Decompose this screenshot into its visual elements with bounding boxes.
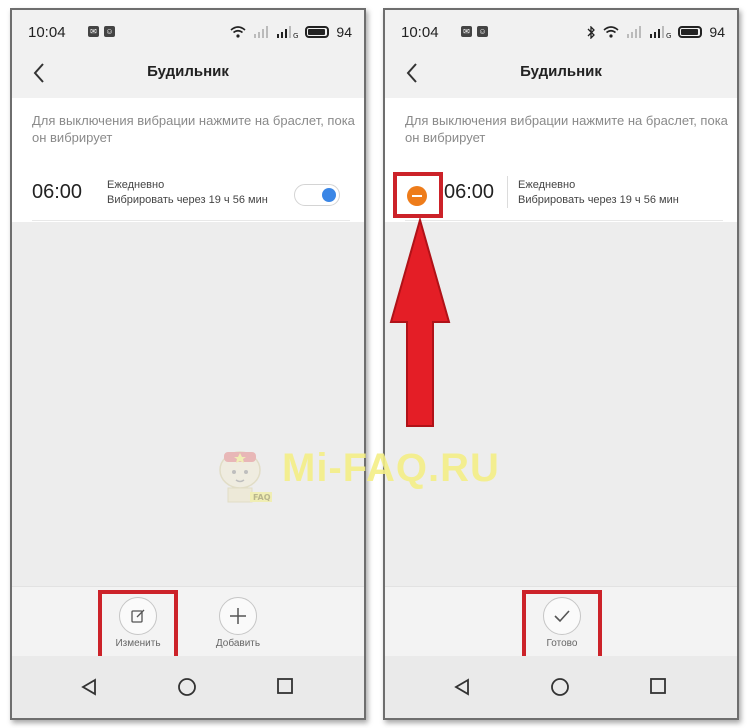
battery-icon <box>305 26 330 38</box>
svg-text:G: G <box>293 32 298 38</box>
alarm-repeat: Ежедневно <box>518 179 576 191</box>
system-nav-bar <box>12 656 364 718</box>
status-bar: 10:04 ✉ ☺ G 94 <box>12 10 364 48</box>
triangle-back-icon[interactable] <box>80 678 98 696</box>
battery-level: 94 <box>709 24 725 40</box>
triangle-back-icon[interactable] <box>453 678 471 696</box>
alarm-time[interactable]: 06:00 <box>32 181 82 204</box>
square-recent-icon[interactable] <box>649 678 667 696</box>
notification-icons: ✉ ☺ <box>88 26 115 37</box>
circle-home-icon[interactable] <box>177 678 197 698</box>
signal-icon-1 <box>254 26 269 38</box>
watermark-text: Mi-FAQ.RU <box>282 446 500 490</box>
page-title: Будильник <box>520 63 602 80</box>
alarm-details[interactable]: Ежедневно Вибрировать через 19 ч 56 мин <box>518 178 679 208</box>
add-circle[interactable] <box>219 597 257 635</box>
wifi-icon <box>603 26 619 38</box>
signal-icon-1 <box>627 26 642 38</box>
title-bar: Будильник <box>12 48 364 98</box>
square-recent-icon[interactable] <box>276 678 294 696</box>
mail-icon: ✉ <box>88 26 99 37</box>
phone-screen-right: 10:04 ✉ ☺ G 94 Будильник Для выключения … <box>383 8 739 720</box>
battery-icon <box>678 26 703 38</box>
alarm-countdown: Вибрировать через 19 ч 56 мин <box>107 194 268 206</box>
alarm-details[interactable]: Ежедневно Вибрировать через 19 ч 56 мин <box>107 178 268 208</box>
notification-icons: ✉ ☺ <box>461 26 488 37</box>
signal-icon-2: G <box>277 26 298 38</box>
status-bar: 10:04 ✉ ☺ G 94 <box>385 10 737 48</box>
highlight-box-delete <box>393 172 443 218</box>
alarm-card: Для выключения вибрации нажмите на брасл… <box>12 98 364 222</box>
page-title: Будильник <box>147 63 229 80</box>
status-right-icons: G 94 <box>230 24 352 40</box>
wifi-icon <box>230 26 246 38</box>
alarm-countdown: Вибрировать через 19 ч 56 мин <box>518 194 679 206</box>
bottom-actions: Изменить Добавить <box>12 586 364 656</box>
mi-app-icon: ☺ <box>477 26 488 37</box>
highlight-box-done <box>522 590 602 662</box>
status-time: 10:04 <box>401 24 439 41</box>
alarm-toggle[interactable] <box>294 184 340 206</box>
bluetooth-icon <box>587 25 596 39</box>
phone-screen-left: 10:04 ✉ ☺ G 94 Будильник Для выключения … <box>10 8 366 720</box>
status-time: 10:04 <box>28 24 66 41</box>
vibration-hint: Для выключения вибрации нажмите на брасл… <box>405 113 728 145</box>
add-button[interactable]: Добавить <box>198 597 278 649</box>
mail-icon: ✉ <box>461 26 472 37</box>
divider <box>32 220 350 221</box>
add-label: Добавить <box>215 638 261 649</box>
divider <box>405 220 723 221</box>
mascot-logo-icon: FAQ <box>219 451 272 503</box>
alarm-time[interactable]: 06:00 <box>444 181 494 204</box>
svg-text:G: G <box>666 32 671 38</box>
watermark: FAQ Mi-FAQ.RU <box>210 440 540 510</box>
toggle-knob <box>322 188 336 202</box>
highlight-box-edit <box>98 590 178 662</box>
plus-icon <box>230 608 246 624</box>
mi-app-icon: ☺ <box>104 26 115 37</box>
system-nav-bar <box>385 656 737 718</box>
status-right-icons: G 94 <box>587 24 725 40</box>
vibration-hint: Для выключения вибрации нажмите на брасл… <box>32 113 355 145</box>
arrow-up-icon <box>389 218 451 427</box>
watermark-badge: FAQ <box>253 493 271 502</box>
title-bar: Будильник <box>385 48 737 98</box>
separator <box>507 176 508 208</box>
alarm-repeat: Ежедневно <box>107 179 165 191</box>
circle-home-icon[interactable] <box>550 678 570 698</box>
signal-icon-2: G <box>650 26 671 38</box>
battery-level: 94 <box>336 24 352 40</box>
